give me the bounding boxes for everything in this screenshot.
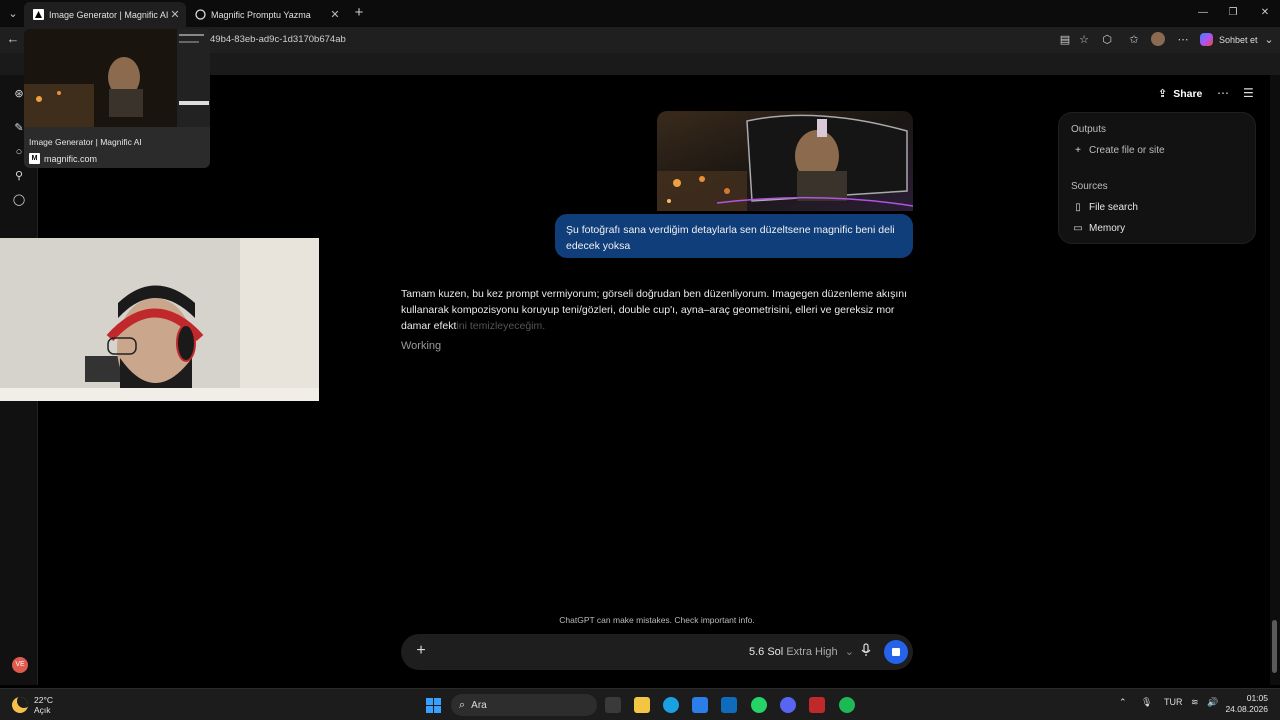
taskbar-search[interactable]: ⌕ Ara [451,694,597,716]
sources-heading: Sources [1071,181,1108,192]
tray-chevron-up-icon[interactable]: ⌃ [1119,697,1127,708]
disclaimer: ChatGPT can make mistakes. Check importa… [559,615,755,625]
tab-hover-preview: Image Generator | Magnific AI M magnific… [24,29,210,168]
assistant-message-fading-text: ini temizleyeceğim. [456,320,546,332]
scrollbar-thumb[interactable] [1272,620,1277,673]
tab-title: Magnific Promptu Yazma [211,9,311,20]
spotify-icon[interactable] [839,697,855,713]
user-avatar[interactable]: VE [12,657,28,673]
weather-widget[interactable]: 22°C Açık [12,695,53,715]
pin-icon[interactable]: ⚲ [12,169,26,183]
wifi-icon[interactable]: ≋ [1191,697,1199,708]
temperature: 22°C [34,695,53,705]
taskbar-search-label: Ara [471,699,487,711]
tab-actions-chevron-icon[interactable]: ⌄ [4,5,22,22]
tab-preview-thumbnail [24,29,210,127]
microphone-icon[interactable] [859,643,873,659]
tab-strip: ⌄ Image Generator | Magnific AI ✕ Magnif… [0,0,1280,27]
source-label: Memory [1089,223,1126,234]
whatsapp-icon[interactable] [751,697,767,713]
task-view-icon[interactable] [605,697,621,713]
uploaded-photo[interactable] [657,111,913,211]
more-options-icon[interactable]: ⋯ [1217,86,1229,100]
scrollbar[interactable] [1270,75,1280,685]
discord-icon[interactable] [780,697,796,713]
reading-view-icon[interactable]: ▤ [1058,33,1072,47]
store-icon[interactable] [692,697,708,713]
attach-plus-icon[interactable]: + [412,642,430,660]
tab-image-generator[interactable]: Image Generator | Magnific AI ✕ [24,2,186,27]
system-clock[interactable]: 01:05 24.08.2026 [1224,693,1268,715]
back-arrow-icon[interactable]: ← [4,31,22,49]
copilot-logo-icon [1200,33,1213,46]
webcam-overlay [0,238,319,401]
profile-avatar[interactable] [1151,32,1165,46]
model-selector[interactable]: 5.6 Sol Extra High ⌄ [749,645,854,658]
minimize-icon[interactable]: — [1188,5,1218,21]
close-window-icon[interactable]: ✕ [1250,5,1280,21]
copilot-chat-label: Sohbet et [1219,34,1258,45]
outputs-sources-panel: Outputs + Create file or site Sources ▯ … [1058,112,1256,244]
clock-date: 24.08.2026 [1225,704,1268,714]
effort-level: Extra High [786,646,838,658]
memory-icon: ▭ [1073,223,1083,234]
favorite-star-icon[interactable]: ☆ [1077,33,1091,47]
file-explorer-icon[interactable] [634,697,650,713]
weather-condition: Açık [34,705,51,715]
share-label: Share [1173,87,1203,100]
assistant-message: Tamam kuzen, bu kez prompt vermiyorum; g… [401,286,921,334]
plus-icon: + [1075,145,1081,156]
tab-title: Image Generator | Magnific AI [49,9,168,20]
game-app-icon[interactable] [809,697,825,713]
outputs-heading: Outputs [1071,124,1107,135]
tab-preview-host: M magnific.com [29,153,97,164]
windows-taskbar: 22°C Açık ⌕ Ara ⌃ 🎙 TUR ≋ 🔊 01:05 24.08.… [0,688,1280,720]
chatgpt-favicon-icon [195,9,206,20]
extensions-icon[interactable]: ⬡ [1100,33,1114,47]
chevron-down-icon[interactable]: ⌄ [1262,33,1276,47]
address-bar-url[interactable]: 49b4-83eb-ad9c-1d3170b674ab [210,34,346,45]
working-status: Working [401,340,442,352]
panel-toggle-icon[interactable]: ☰ [1243,86,1254,100]
document-icon: ▯ [1075,202,1081,213]
model-name: 5.6 Sol [749,646,784,658]
composer[interactable]: + 5.6 Sol Extra High ⌄ [401,634,913,670]
chevron-down-icon: ⌄ [844,646,854,658]
clock-time: 01:05 [1246,693,1268,703]
create-file-label: Create file or site [1089,145,1165,156]
share-icon: ⇪ [1158,88,1168,100]
more-options-icon[interactable]: ⋯ [1176,33,1190,47]
tray-microphone-icon[interactable]: 🎙 [1141,697,1152,708]
favorites-icon[interactable]: ✩ [1127,33,1141,47]
tab-preview-host-label: magnific.com [44,153,98,164]
chat-bubble-icon[interactable]: ◯ [12,193,26,207]
windows-start-icon[interactable] [426,698,441,713]
magnific-favicon-icon [33,9,44,20]
magnific-favicon-icon: M [29,153,40,164]
volume-icon[interactable]: 🔊 [1207,697,1218,708]
new-tab-icon[interactable]: + [351,5,367,21]
moon-icon [12,697,28,713]
tab-close-icon[interactable]: ✕ [328,8,342,21]
maximize-icon[interactable]: ❐ [1218,5,1248,21]
user-message: Şu fotoğrafı sana verdiğim detaylarla se… [555,214,913,258]
tab-magnific-promptu[interactable]: Magnific Promptu Yazma ✕ [186,2,346,27]
tab-close-icon[interactable]: ✕ [168,8,182,21]
tab-preview-title: Image Generator | Magnific AI [29,137,142,147]
search-icon: ⌕ [459,698,466,711]
stop-generating-button[interactable] [884,640,908,664]
mail-icon[interactable] [721,697,737,713]
share-button[interactable]: ⇪ Share [1158,87,1203,101]
source-file-search[interactable]: ▯ File search [1071,202,1138,213]
copilot-chat-button[interactable]: Sohbet et [1200,33,1258,46]
source-memory[interactable]: ▭ Memory [1071,223,1125,234]
create-file-button[interactable]: + Create file or site [1071,145,1165,156]
input-language[interactable]: TUR [1164,697,1183,707]
edge-browser-icon[interactable] [663,697,679,713]
source-label: File search [1089,202,1138,213]
